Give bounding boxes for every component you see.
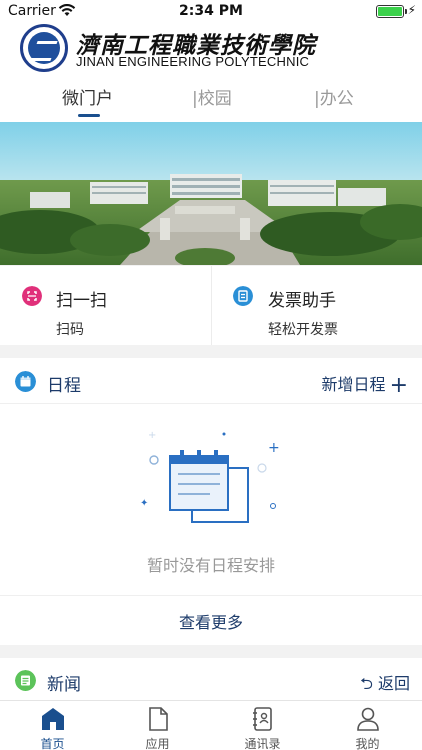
invoice-icon [233, 286, 253, 306]
contacts-icon [253, 707, 272, 731]
tab-office[interactable]: |办公 [314, 84, 354, 109]
schedule-header: 日程 新增日程 + [0, 358, 422, 404]
tab-portal[interactable]: 微门户 [62, 84, 113, 109]
status-bar: Carrier 2:34 PM ⚡ [0, 0, 422, 22]
tab-home-label: 首页 [40, 737, 65, 750]
empty-schedule-illustration: + + ✦ [140, 430, 280, 523]
tab-home[interactable]: 首页 [0, 703, 105, 750]
add-schedule-button[interactable]: 新增日程 + [321, 371, 408, 398]
scan-subtitle: 扫码 [56, 322, 84, 338]
battery-level [378, 7, 402, 16]
svg-text:✦: ✦ [140, 498, 148, 509]
add-schedule-label: 新增日程 [321, 375, 386, 394]
empty-schedule-text: 暂时没有日程安排 [146, 556, 275, 575]
back-button[interactable]: ⮌ 返回 [360, 670, 410, 700]
svg-text:+: + [268, 440, 280, 456]
profile-icon [357, 707, 379, 731]
school-name-en: JINAN ENGINEERING POLYTECHNIC [76, 54, 310, 69]
news-title: 新闻 [47, 675, 81, 695]
home-icon [42, 708, 64, 730]
schedule-title: 日程 [47, 376, 81, 396]
scan-action[interactable]: 扫一扫 扫码 [0, 266, 211, 345]
top-tabs: 微门户 |校园 |办公 [0, 74, 422, 122]
quick-actions: 扫一扫 扫码 发票助手 轻松开发票 [0, 266, 422, 345]
news-icon [15, 670, 36, 691]
news-section: 新闻 ⮌ 返回 [0, 658, 422, 702]
tab-contacts[interactable]: 通讯录 [210, 703, 315, 750]
schedule-section: 日程 新增日程 + + + ✦ 暂时没有日程安排 查看更多 [0, 358, 422, 645]
invoice-title: 发票助手 [268, 291, 336, 311]
tab-apps-label: 应用 [145, 737, 170, 750]
campus-photo [0, 122, 422, 265]
clock: 2:34 PM [179, 3, 243, 19]
tab-apps[interactable]: 应用 [105, 703, 210, 750]
campus-banner[interactable] [0, 122, 422, 265]
divider [0, 595, 422, 596]
back-label: 返回 [377, 674, 410, 693]
battery-icon [376, 5, 407, 18]
active-tab-indicator [78, 114, 100, 117]
invoice-subtitle: 轻松开发票 [268, 322, 338, 338]
charging-icon: ⚡ [407, 3, 416, 17]
tab-contacts-label: 通讯录 [244, 737, 281, 750]
calendar-icon [15, 371, 36, 392]
tab-profile[interactable]: 我的 [315, 703, 420, 750]
svg-text:+: + [148, 430, 156, 441]
view-more-link[interactable]: 查看更多 [0, 609, 422, 633]
return-arrow-icon: ⮌ [360, 674, 378, 693]
scan-icon [22, 286, 42, 306]
invoice-action[interactable]: 发票助手 轻松开发票 [211, 266, 422, 345]
app-header: 濟南工程職業技術學院 JINAN ENGINEERING POLYTECHNIC [0, 22, 422, 74]
bottom-tab-bar: 首页 应用 通讯录 我的 [0, 700, 422, 750]
scan-title: 扫一扫 [56, 291, 107, 311]
tab-profile-label: 我的 [355, 737, 380, 750]
school-logo [20, 24, 68, 72]
plus-icon: + [389, 373, 408, 398]
tab-campus[interactable]: |校园 [192, 84, 232, 109]
document-icon [149, 707, 168, 731]
